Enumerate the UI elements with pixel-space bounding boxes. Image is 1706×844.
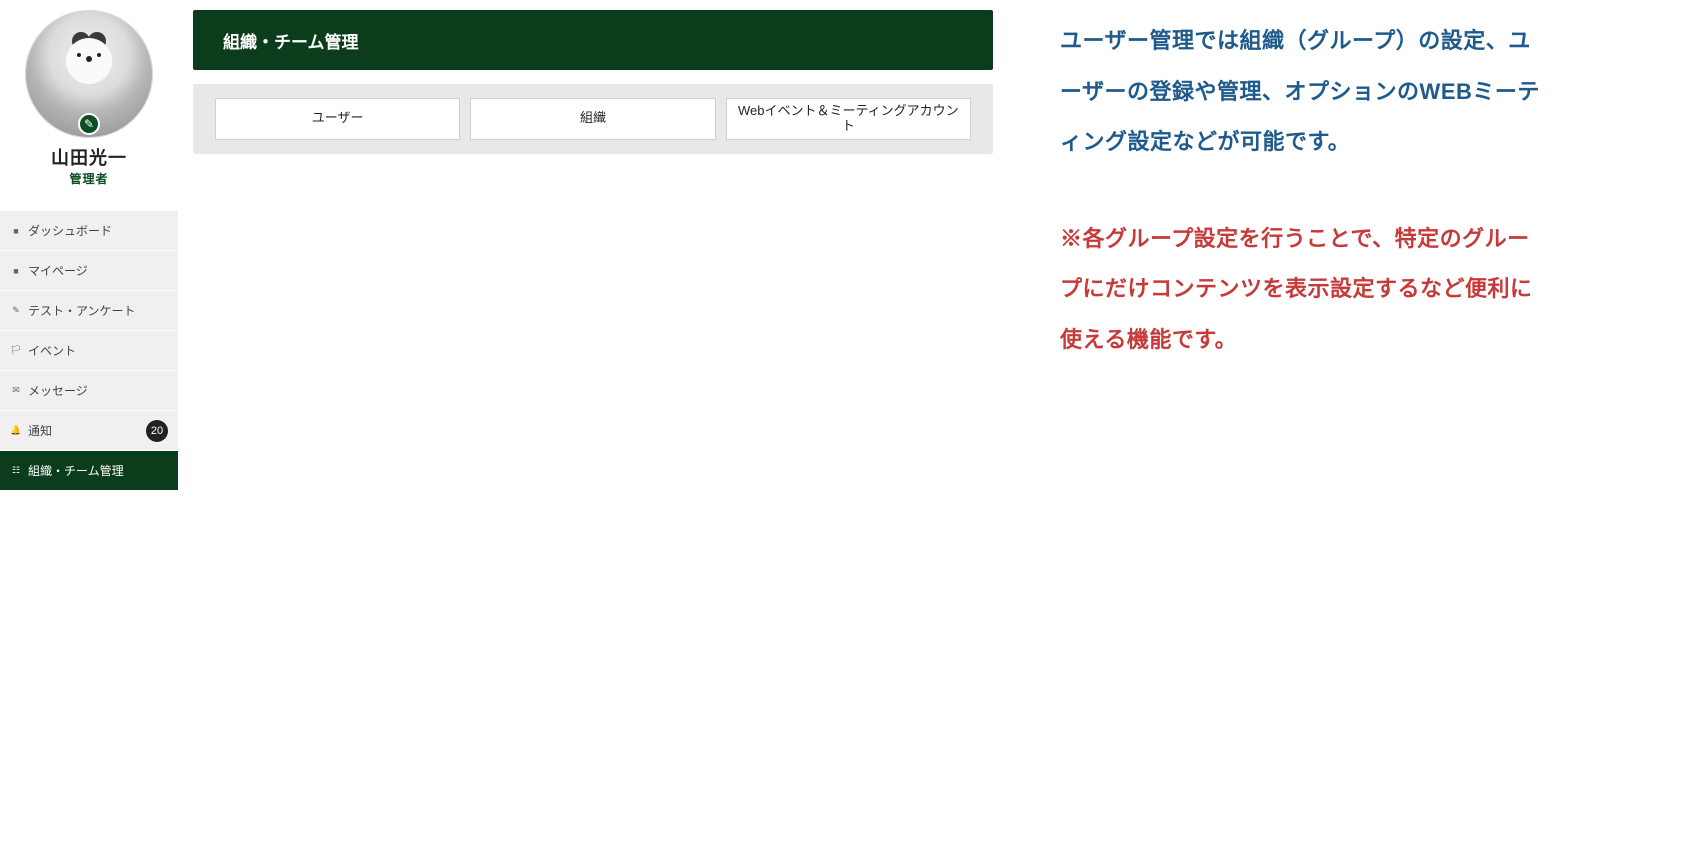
tab-users[interactable]: ユーザー [215, 98, 460, 140]
tab-web-meeting[interactable]: Webイベント＆ミーティングアカウント [726, 98, 971, 140]
help-note-1: ユーザー管理では組織（グループ）の設定、ユーザーの登録や管理、オプションのWEB… [1060, 16, 1540, 168]
sidebar-item-label: マイページ [28, 262, 88, 279]
profile-role: 管理者 [10, 170, 168, 187]
sidebar-item-label: ダッシュボード [28, 222, 112, 239]
test-icon: ✎ [10, 305, 22, 316]
page-header: 組織・チーム管理 [193, 10, 993, 70]
help-notes: ユーザー管理では組織（グループ）の設定、ユーザーの登録や管理、オプションのWEB… [1060, 16, 1540, 366]
sidebar-item-event[interactable]: 🏳 イベント [0, 331, 178, 371]
sidebar-item-message[interactable]: ✉ メッセージ [0, 371, 178, 411]
tab-bar: ユーザー 組織 Webイベント＆ミーティングアカウント [193, 84, 993, 154]
main-content: 組織・チーム管理 ユーザー 組織 Webイベント＆ミーティングアカウント [193, 0, 993, 154]
profile-card: ✎ 山田光一 管理者 [0, 10, 178, 199]
sidebar-item-label: イベント [28, 342, 76, 359]
org-icon: ☷ [10, 465, 22, 476]
help-note-2: ※各グループ設定を行うことで、特定のグループにだけコンテンツを表示設定するなど便… [1060, 214, 1540, 366]
tab-label: ユーザー [312, 111, 364, 126]
mypage-icon: ■ [10, 266, 22, 276]
sidebar-item-org-team[interactable]: ☷ 組織・チーム管理 [0, 451, 178, 491]
tab-label: Webイベント＆ミーティングアカウント [733, 104, 964, 134]
sidebar-nav: ■ ダッシュボード ■ マイページ ✎ テスト・アンケート 🏳 イベント ✉ メ… [0, 211, 178, 491]
sidebar-item-label: テスト・アンケート [28, 302, 136, 319]
notification-count-badge: 20 [146, 420, 168, 442]
message-icon: ✉ [10, 385, 22, 396]
page-title: 組織・チーム管理 [223, 28, 359, 53]
sidebar: ✎ 山田光一 管理者 ■ ダッシュボード ■ マイページ ✎ テスト・アンケート… [0, 0, 178, 491]
tab-org[interactable]: 組織 [470, 98, 715, 140]
pencil-icon: ✎ [84, 117, 94, 131]
tab-label: 組織 [580, 111, 606, 126]
sidebar-item-label: 組織・チーム管理 [28, 462, 124, 479]
sidebar-item-test[interactable]: ✎ テスト・アンケート [0, 291, 178, 331]
bell-icon: 🔔 [10, 425, 22, 436]
profile-name: 山田光一 [10, 144, 168, 170]
edit-avatar-button[interactable]: ✎ [78, 113, 100, 135]
sidebar-item-dashboard[interactable]: ■ ダッシュボード [0, 211, 178, 251]
sidebar-item-mypage[interactable]: ■ マイページ [0, 251, 178, 291]
dashboard-icon: ■ [10, 226, 22, 236]
sidebar-item-label: 通知 [28, 422, 52, 439]
avatar-container: ✎ [25, 10, 153, 138]
sidebar-item-notification[interactable]: 🔔 通知 20 [0, 411, 178, 451]
sidebar-item-label: メッセージ [28, 382, 88, 399]
event-icon: 🏳 [10, 345, 22, 356]
